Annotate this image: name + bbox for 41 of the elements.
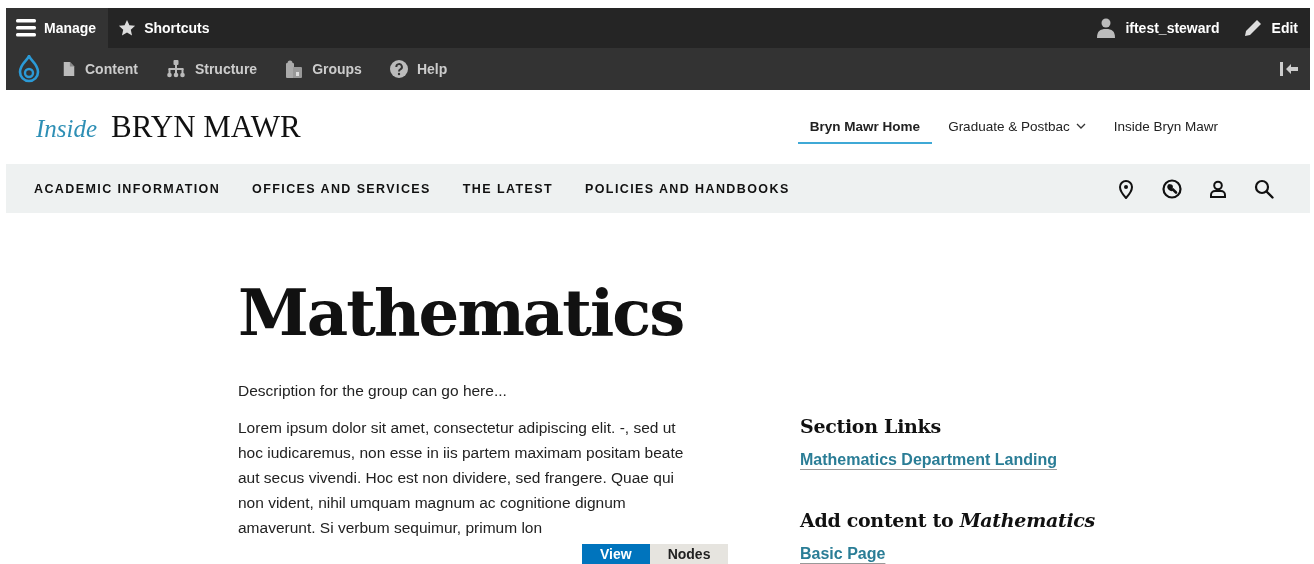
toolbar-tab[interactable]: Manage — [6, 8, 109, 48]
nav-link[interactable]: OFFICES AND SERVICES — [252, 181, 431, 196]
header-link[interactable]: Graduate & Postbac — [936, 110, 1098, 144]
header-link[interactable]: Inside Bryn Mawr — [1101, 110, 1230, 144]
search-icon[interactable] — [1254, 178, 1274, 199]
collapse-button[interactable] — [1280, 62, 1298, 76]
hierarchy-icon — [165, 60, 186, 78]
content-tab[interactable]: View — [582, 544, 650, 564]
collapse-icon — [1280, 62, 1298, 76]
nav-link[interactable]: ACADEMIC INFORMATION — [34, 181, 221, 196]
header-link[interactable]: Bryn Mawr Home — [797, 110, 933, 144]
user-menu-link[interactable]: iftest_steward — [1085, 8, 1232, 48]
toolbar-link[interactable]: Groups — [285, 60, 362, 78]
description-text: Description for the group can go here... — [238, 381, 508, 401]
toolbar-link[interactable]: Content — [62, 61, 138, 77]
section-heading: Section Links — [800, 415, 941, 437]
location-pin-icon[interactable] — [1116, 178, 1136, 199]
help-icon — [389, 60, 408, 78]
edit-link[interactable]: Edit — [1231, 8, 1310, 48]
toolbar-tab[interactable]: Shortcuts — [108, 8, 222, 48]
toolbar-link[interactable]: Help — [389, 60, 448, 78]
user-icon[interactable] — [1208, 178, 1228, 199]
menu-icon — [16, 18, 36, 38]
nav-link[interactable]: THE LATEST — [462, 181, 553, 196]
pencil-icon — [1243, 19, 1262, 37]
user-icon — [1097, 18, 1116, 38]
nav-link[interactable]: POLICIES AND HANDBOOKS — [585, 181, 790, 196]
document-icon — [62, 61, 76, 77]
section-link[interactable]: Mathematics Department Landing — [800, 451, 1057, 469]
logo-tagline: Inside — [36, 115, 98, 143]
section-heading: Add content to Mathematics — [800, 509, 1096, 531]
building-icon — [285, 60, 304, 78]
wrench-circle-icon[interactable] — [1162, 178, 1182, 199]
body-paragraph: Lorem ipsum dolor sit amet, consectetur adipiscing elit. -, sed ut hoc iudicaremus, non esse in iis partem maximam positam beate aut secus vivendi. Hoc est non dividere, sed frangere. Quae qui non vident, nihil umquam magnum ac cognitione dignum amaverunt. Si verbum sequimur, primum lon — [238, 418, 684, 538]
toolbar-link[interactable]: Structure — [165, 60, 258, 78]
content-tab[interactable]: Nodes — [649, 544, 729, 564]
drop-logo-icon — [18, 55, 40, 83]
star-icon — [118, 19, 137, 37]
page-title: Mathematics — [238, 274, 685, 352]
section-link[interactable]: Basic Page — [800, 545, 886, 563]
logo-wordmark: BRYN MAWR — [111, 109, 301, 145]
